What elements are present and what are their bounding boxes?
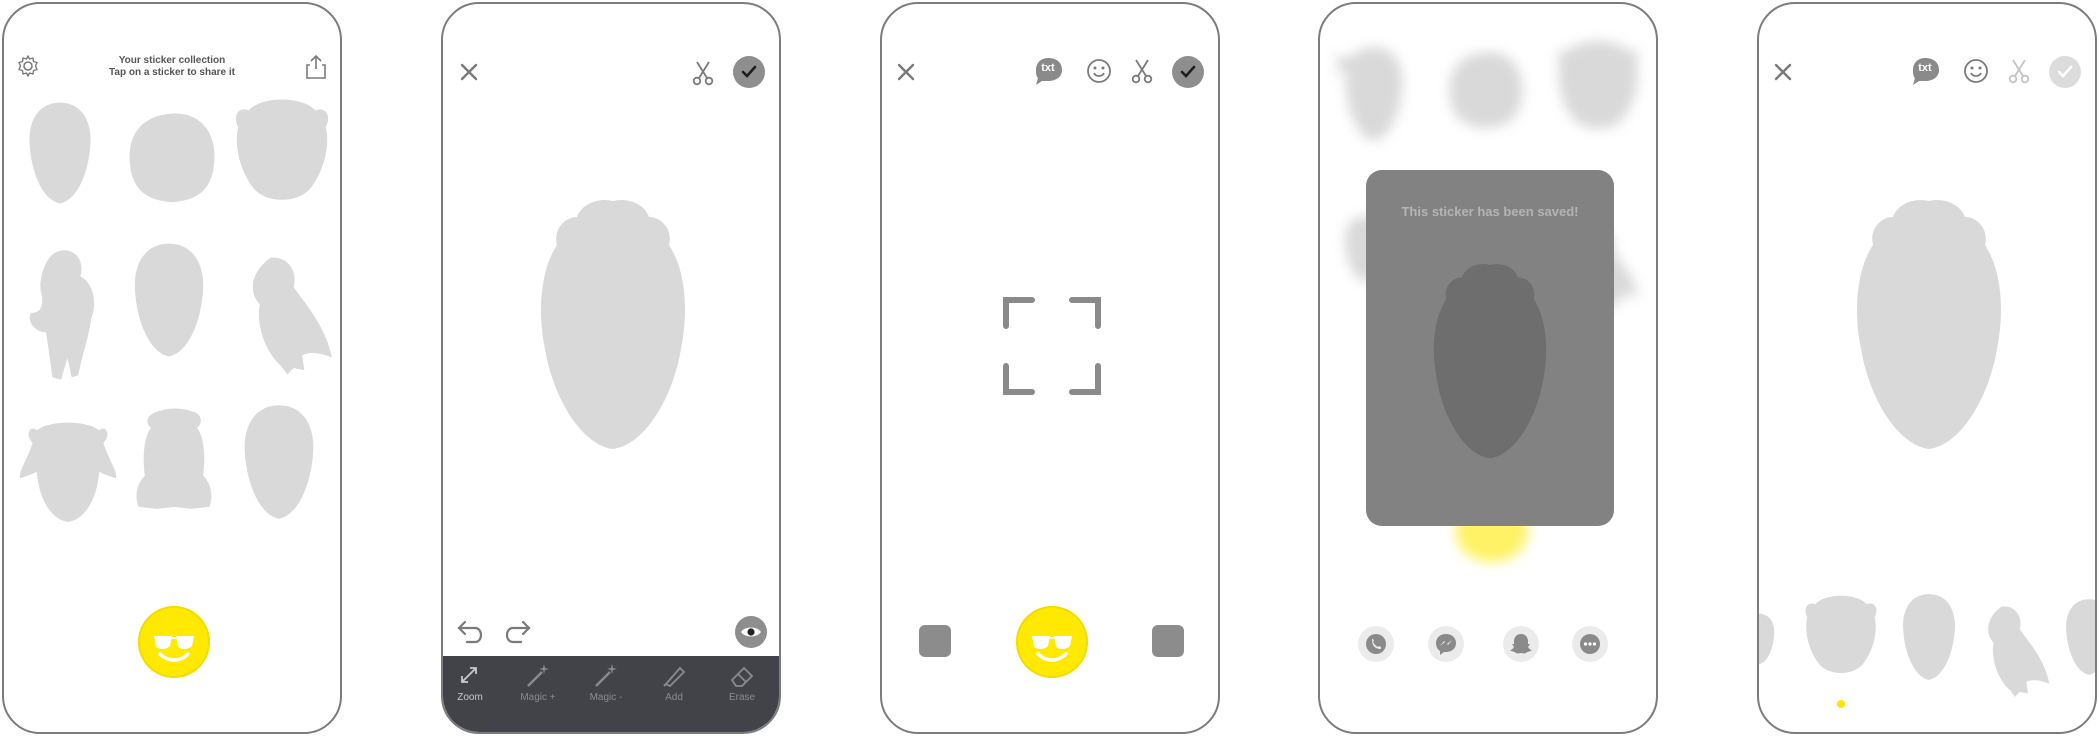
sunglasses-emoji-icon bbox=[154, 636, 194, 662]
smiley-icon[interactable] bbox=[1086, 58, 1112, 89]
tool-label: Add bbox=[665, 692, 683, 703]
share-more-button[interactable] bbox=[1572, 626, 1608, 662]
switch-camera-button[interactable] bbox=[1152, 625, 1184, 657]
focus-frame-icon bbox=[1002, 296, 1102, 401]
txt-button[interactable]: txt bbox=[1032, 56, 1064, 85]
sticker-item[interactable] bbox=[124, 240, 214, 360]
saved-sticker-preview bbox=[1433, 264, 1547, 459]
tool-erase[interactable]: Erase bbox=[715, 662, 769, 703]
sunglasses-emoji-button[interactable] bbox=[138, 606, 210, 678]
tool-magic-plus[interactable]: Magic + bbox=[511, 662, 565, 703]
share-snapchat-button[interactable] bbox=[1503, 626, 1539, 662]
scissors-icon[interactable] bbox=[691, 60, 715, 91]
magic-wand-icon bbox=[595, 664, 617, 687]
gear-icon[interactable] bbox=[16, 54, 40, 83]
sticker-strip-item[interactable] bbox=[2059, 590, 2097, 684]
phone-icon bbox=[1366, 634, 1386, 654]
sunglasses-emoji-icon bbox=[1032, 636, 1072, 662]
txt-label: txt bbox=[1041, 62, 1055, 74]
close-icon[interactable] bbox=[1771, 60, 1795, 84]
sticker-strip-item[interactable] bbox=[1969, 590, 2051, 710]
saved-dialog: This sticker has been saved! bbox=[1366, 170, 1614, 526]
check-icon bbox=[741, 65, 757, 78]
sticker-item[interactable] bbox=[16, 414, 120, 530]
scissors-icon bbox=[2007, 58, 2031, 89]
txt-label: txt bbox=[1918, 62, 1932, 74]
magic-wand-icon bbox=[527, 664, 549, 687]
gallery-button[interactable] bbox=[919, 625, 951, 657]
redo-icon[interactable] bbox=[501, 616, 533, 649]
share-messenger-button[interactable] bbox=[1428, 626, 1464, 662]
undo-icon[interactable] bbox=[455, 616, 487, 649]
sticker-preview[interactable] bbox=[1829, 172, 2029, 474]
selected-indicator bbox=[1837, 700, 1845, 708]
smiley-icon[interactable] bbox=[1963, 58, 1989, 89]
check-button bbox=[2049, 56, 2081, 88]
messenger-icon bbox=[1436, 634, 1456, 655]
sticker-saved-screen: This sticker has been saved! bbox=[1318, 2, 1658, 734]
sticker-item[interactable] bbox=[18, 228, 104, 400]
more-icon bbox=[1580, 634, 1600, 654]
check-icon bbox=[2057, 65, 2073, 78]
saved-message: This sticker has been saved! bbox=[1401, 204, 1579, 219]
tool-label: Zoom bbox=[457, 692, 483, 703]
sticker-item bbox=[1345, 46, 1403, 142]
check-button[interactable] bbox=[733, 56, 765, 88]
sticker-item bbox=[1557, 41, 1639, 129]
tool-add[interactable]: Add bbox=[647, 662, 701, 703]
close-icon[interactable] bbox=[894, 60, 918, 84]
sticker-item[interactable] bbox=[122, 398, 226, 520]
sticker-item[interactable] bbox=[228, 240, 334, 388]
tool-label: Magic + bbox=[520, 692, 556, 703]
tool-label: Erase bbox=[728, 692, 756, 703]
sticker-item[interactable] bbox=[234, 400, 324, 524]
sticker-strip-item[interactable] bbox=[1895, 590, 1963, 684]
tool-zoom[interactable]: Zoom bbox=[443, 662, 497, 703]
scissors-icon[interactable] bbox=[1130, 58, 1154, 89]
tool-label: Magic - bbox=[589, 692, 623, 703]
sticker-item[interactable] bbox=[120, 104, 224, 204]
close-icon[interactable] bbox=[457, 60, 481, 84]
sticker-preview[interactable] bbox=[513, 172, 713, 474]
check-button[interactable] bbox=[1172, 56, 1204, 88]
sticker-item bbox=[1449, 52, 1523, 129]
sticker-picker-screen: txt bbox=[1757, 2, 2097, 734]
collection-subtitle: Tap on a sticker to share it bbox=[109, 67, 235, 78]
eraser-icon bbox=[730, 666, 754, 687]
preview-toggle-button[interactable] bbox=[735, 616, 767, 648]
sticker-collection-screen: Your sticker collection Tap on a sticker… bbox=[2, 2, 342, 734]
eye-icon bbox=[741, 627, 761, 637]
check-icon bbox=[1180, 65, 1196, 78]
txt-button[interactable]: txt bbox=[1909, 56, 1941, 85]
sticker-item[interactable] bbox=[230, 94, 334, 212]
share-icon[interactable] bbox=[304, 54, 328, 85]
sunglasses-emoji-button[interactable] bbox=[1016, 606, 1088, 678]
edit-toolbar: Zoom Magic + Magic - Add Erase bbox=[443, 656, 779, 732]
sticker-item[interactable] bbox=[20, 94, 100, 212]
sticker-strip-item[interactable] bbox=[1757, 604, 1779, 674]
zoom-icon bbox=[461, 667, 477, 683]
sticker-strip-item[interactable] bbox=[1801, 590, 1881, 684]
share-phone-button[interactable] bbox=[1358, 626, 1394, 662]
brush-icon bbox=[663, 666, 686, 688]
sticker-edit-screen: Zoom Magic + Magic - Add Erase bbox=[441, 2, 781, 734]
snapchat-icon bbox=[1510, 634, 1532, 654]
capture-screen: txt bbox=[880, 2, 1220, 734]
tool-magic-minus[interactable]: Magic - bbox=[579, 662, 633, 703]
